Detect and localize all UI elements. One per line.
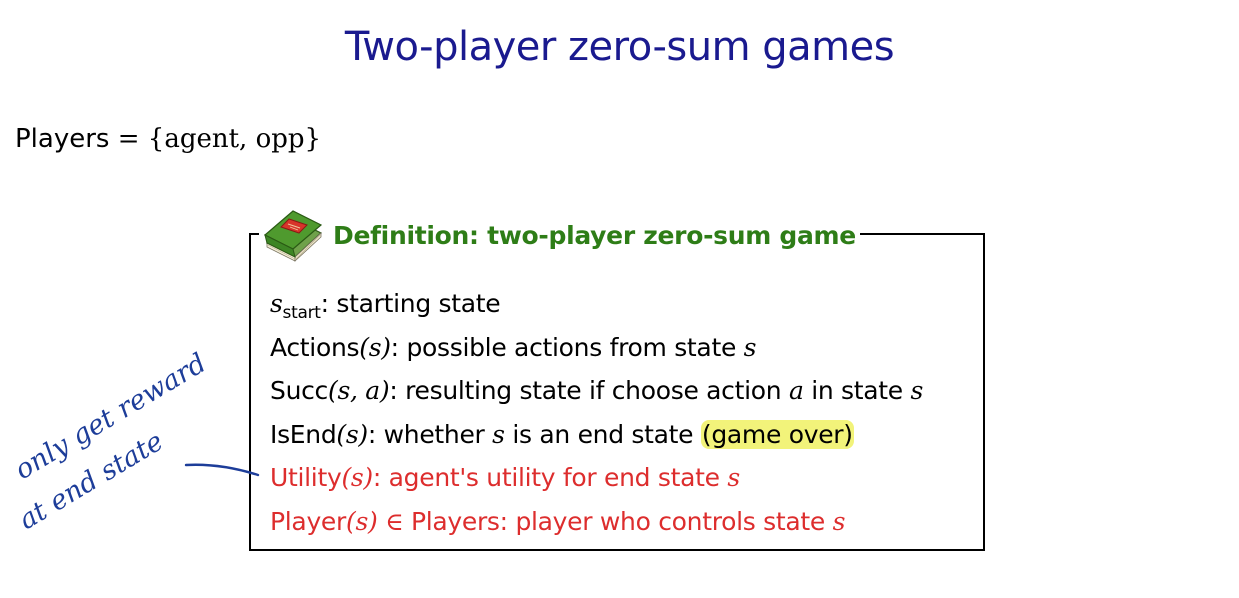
start-state-subscript: start [282, 303, 321, 323]
succ-var: a [788, 376, 804, 406]
isend-tail: is an end state [504, 419, 701, 449]
actions-description: : possible actions from state [390, 332, 744, 362]
succ-name: Succ [270, 376, 329, 406]
players-equals: = [109, 124, 148, 154]
player-arg: (s) [346, 506, 378, 536]
game-over-highlight: (game over) [700, 419, 854, 449]
definition-title: Definition: two-player zero-sum game [333, 220, 856, 250]
definition-line-isend: IsEnd(s): whether s is an end state (gam… [270, 413, 970, 457]
player-description: : player who controls state [499, 506, 833, 536]
slide-title: Two-player zero-sum games [344, 24, 895, 70]
start-state-var: s [270, 289, 283, 318]
utility-arg: (s) [341, 463, 373, 493]
isend-description: : whether [367, 419, 493, 449]
start-state-description: : starting state [320, 289, 501, 318]
isend-arg: (s) [336, 419, 368, 449]
player-var: s [832, 506, 846, 536]
succ-tail-var: s [910, 376, 924, 406]
handwritten-annotation: only get reward at end state [10, 348, 260, 536]
utility-name: Utility [270, 463, 342, 493]
definition-lines: sstart: starting state Actions(s): possi… [270, 282, 970, 544]
definition-line-utility: Utility(s): agent's utility for end stat… [270, 456, 970, 500]
actions-arg: (s) [359, 332, 391, 362]
succ-tail: in state [803, 376, 911, 406]
definition-line-succ: Succ(s, a): resulting state if choose ac… [270, 369, 970, 413]
players-label: Players [15, 124, 110, 154]
utility-var: s [727, 463, 740, 493]
succ-arg: (s, a) [328, 376, 390, 406]
player-member-symbol: ∈ [377, 506, 411, 536]
annotation-arrow [184, 463, 260, 477]
definition-line-start: sstart: starting state [270, 282, 970, 326]
player-name: Player [270, 506, 346, 536]
player-set-name: Players [410, 506, 500, 536]
players-definition: Players = {agent, opp} [15, 124, 321, 154]
definition-header: Definition: two-player zero-sum game [259, 207, 860, 263]
succ-description: : resulting state if choose action [389, 376, 789, 406]
isend-var: s [492, 419, 505, 449]
definition-line-player: Player(s) ∈ Players: player who controls… [270, 500, 970, 544]
actions-name: Actions [270, 332, 360, 362]
definition-line-actions: Actions(s): possible actions from state … [270, 326, 970, 370]
book-icon [263, 210, 323, 262]
isend-name: IsEnd [270, 419, 337, 449]
actions-var: s [743, 332, 757, 362]
players-set: {agent, opp} [147, 124, 322, 154]
utility-description: : agent's utility for end state [372, 463, 728, 493]
